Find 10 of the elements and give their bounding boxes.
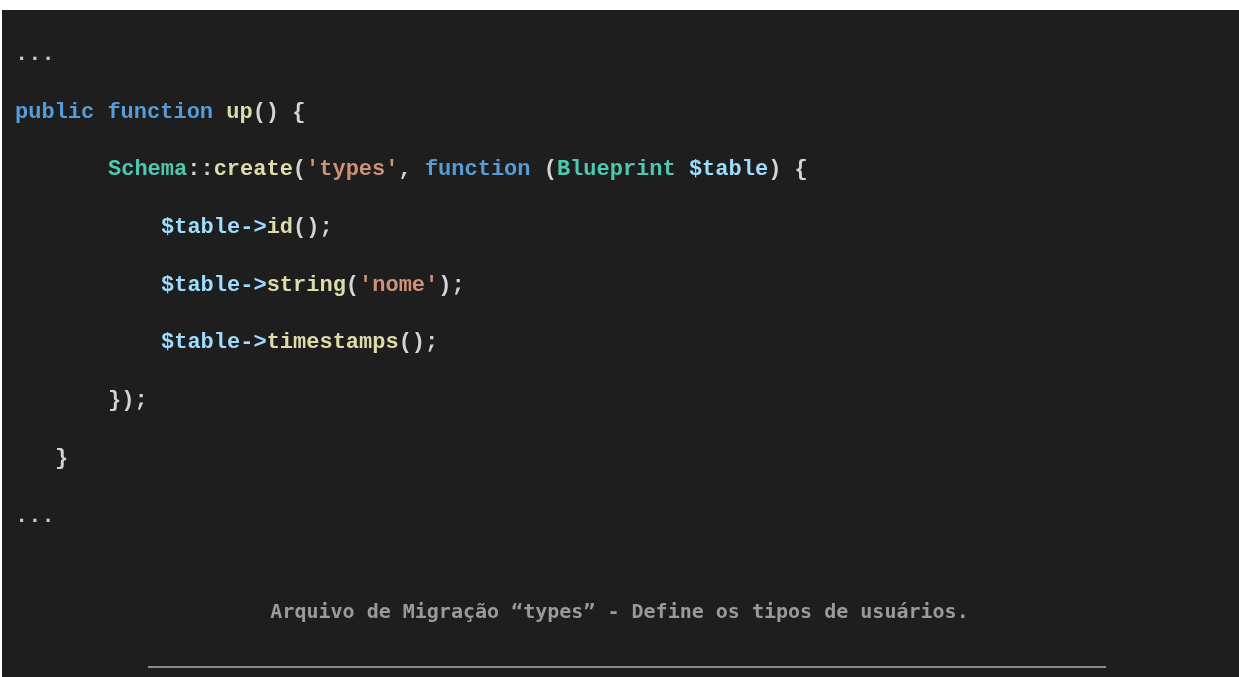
code-line: ... <box>15 41 55 69</box>
code-line: Schema::create('types', function (Blueprint $table) { <box>108 156 808 185</box>
code-line: $table->string('nome'); <box>161 271 465 300</box>
caption: Arquivo de Migração “types” - Define os tipos de usuários. <box>270 598 969 626</box>
code-line: }); <box>108 387 148 416</box>
code-line: public function up() { <box>15 98 306 127</box>
code-line: ... <box>15 502 55 531</box>
code-line: } <box>55 444 69 473</box>
code-line: $table->timestamps(); <box>161 329 439 358</box>
code-line: $table->id(); <box>161 214 333 243</box>
